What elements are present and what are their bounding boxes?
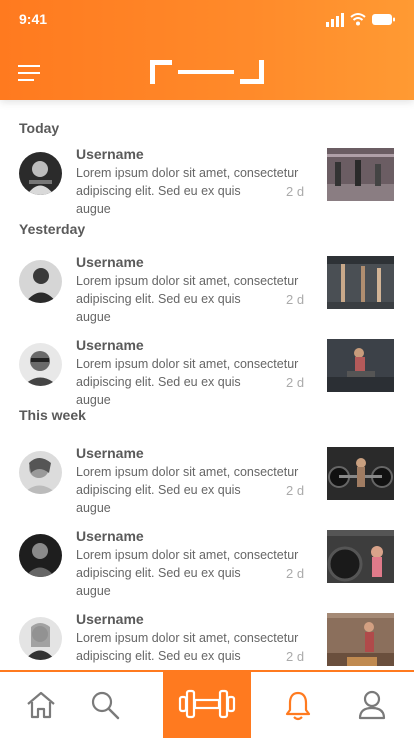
section-heading-yesterday: Yesterday <box>19 221 86 237</box>
timestamp: 2 d <box>286 375 305 390</box>
timestamp: 2 d <box>286 184 305 199</box>
section-heading-today: Today <box>19 120 60 136</box>
avatar[interactable] <box>19 343 62 386</box>
battery-icon <box>372 14 395 25</box>
home-icon <box>27 691 55 719</box>
nav-home[interactable] <box>11 672 71 738</box>
nav-profile[interactable] <box>342 672 402 738</box>
list-item[interactable]: Username Lorem ipsum dolor sit amet, con… <box>0 252 414 324</box>
hamburger-menu-icon[interactable] <box>18 64 40 82</box>
avatar[interactable] <box>19 260 62 303</box>
post-thumbnail[interactable] <box>327 339 394 392</box>
list-item[interactable]: Username Lorem ipsum dolor sit amet, con… <box>0 335 414 407</box>
search-icon <box>91 691 120 720</box>
status-icons <box>326 13 395 27</box>
post-thumbnail[interactable] <box>327 447 394 500</box>
message-line-1: Lorem ipsum dolor sit amet, consectetur <box>76 548 299 562</box>
timestamp: 2 d <box>286 292 305 307</box>
wifi-icon <box>350 13 366 26</box>
timestamp: 2 d <box>286 483 305 498</box>
timestamp: 2 d <box>286 566 305 581</box>
username[interactable]: Username <box>76 337 144 353</box>
activity-feed[interactable]: Today Username Lorem ipsum dolor sit ame… <box>0 100 414 670</box>
message-line-2: adipiscing elit. Sed eu ex quis augue <box>76 649 241 670</box>
brand-logo-icon <box>150 60 264 84</box>
signal-icon <box>326 13 344 27</box>
message-line-2: adipiscing elit. Sed eu ex quis augue <box>76 375 241 407</box>
list-item[interactable]: Username Lorem ipsum dolor sit amet, con… <box>0 526 414 598</box>
message-line-2: adipiscing elit. Sed eu ex quis augue <box>76 184 241 216</box>
list-item[interactable]: Username Lorem ipsum dolor sit amet, con… <box>0 609 414 670</box>
post-thumbnail[interactable] <box>327 148 394 201</box>
post-thumbnail[interactable] <box>327 530 394 583</box>
message-line-2: adipiscing elit. Sed eu ex quis augue <box>76 566 241 598</box>
status-time: 9:41 <box>19 11 48 27</box>
app-header: 9:41 <box>0 0 414 100</box>
profile-icon <box>358 690 386 720</box>
username[interactable]: Username <box>76 611 144 627</box>
username[interactable]: Username <box>76 445 144 461</box>
message-line-1: Lorem ipsum dolor sit amet, consectetur <box>76 631 299 645</box>
message-line-1: Lorem ipsum dolor sit amet, consectetur <box>76 357 299 371</box>
post-thumbnail[interactable] <box>327 256 394 309</box>
avatar[interactable] <box>19 534 62 577</box>
dumbbell-icon <box>178 689 236 719</box>
list-item[interactable]: Username Lorem ipsum dolor sit amet, con… <box>0 443 414 515</box>
message-line-1: Lorem ipsum dolor sit amet, consectetur <box>76 166 299 180</box>
bell-icon <box>285 691 311 721</box>
nav-notifications[interactable] <box>268 672 328 738</box>
nav-workouts[interactable] <box>163 670 251 738</box>
message-line-2: adipiscing elit. Sed eu ex quis augue <box>76 483 241 515</box>
list-item[interactable]: Username Lorem ipsum dolor sit amet, con… <box>0 144 414 216</box>
message-line-1: Lorem ipsum dolor sit amet, consectetur <box>76 465 299 479</box>
message-line-1: Lorem ipsum dolor sit amet, consectetur <box>76 274 299 288</box>
post-thumbnail[interactable] <box>327 613 394 666</box>
bottom-nav <box>0 670 414 738</box>
avatar[interactable] <box>19 152 62 195</box>
username[interactable]: Username <box>76 254 144 270</box>
timestamp: 2 d <box>286 649 305 664</box>
message-line-2: adipiscing elit. Sed eu ex quis augue <box>76 292 241 324</box>
avatar[interactable] <box>19 617 62 660</box>
section-heading-this-week: This week <box>19 407 86 423</box>
avatar[interactable] <box>19 451 62 494</box>
username[interactable]: Username <box>76 146 144 162</box>
nav-search[interactable] <box>75 672 135 738</box>
username[interactable]: Username <box>76 528 144 544</box>
